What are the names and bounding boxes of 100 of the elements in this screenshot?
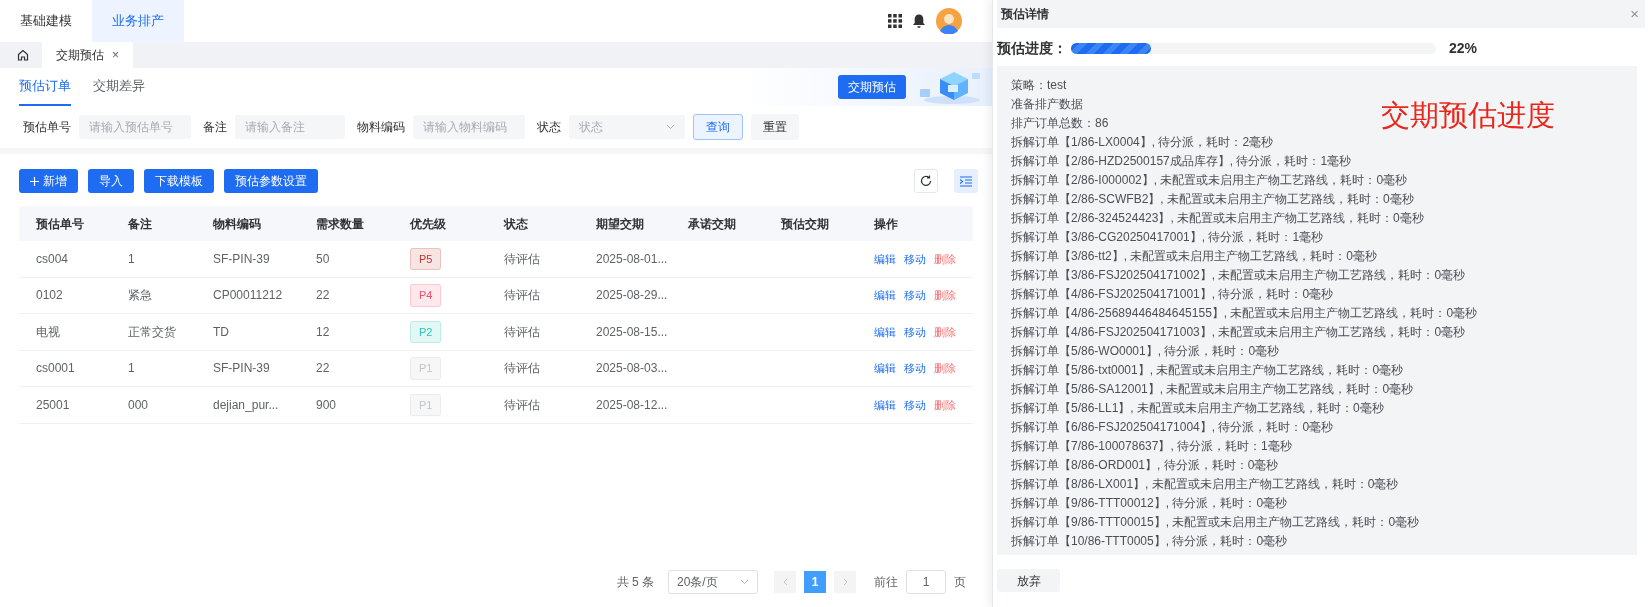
table-cell-text: 正常交货	[128, 323, 177, 341]
table-cell-text: 25001	[36, 396, 71, 414]
column-header: 操作	[874, 215, 899, 233]
log-line: 拆解订单【3/86-CG20250417001】, 待分派，耗时：1毫秒	[1011, 229, 1324, 246]
drawer-title: 预估详情	[1001, 6, 1049, 23]
log-line: 拆解订单【2/86-HZD2500157成品库存】, 待分派，耗时：1毫秒	[1011, 153, 1352, 170]
toolbar-button[interactable]: 新增	[19, 169, 78, 193]
table-cell-text: 900	[316, 396, 338, 414]
action-link[interactable]: 移动	[904, 250, 926, 267]
page-size-select[interactable]: 20条/页	[668, 570, 758, 594]
action-link[interactable]: 删除	[934, 287, 956, 304]
log-line: 拆解订单【7/86-100078637】, 待分派，耗时：1毫秒	[1011, 438, 1292, 455]
input-field[interactable]: 请输入预估单号	[79, 115, 191, 139]
action-link[interactable]: 删除	[934, 250, 956, 267]
input-field[interactable]: 请输入备注	[235, 115, 345, 139]
page-button[interactable]: 1	[804, 571, 826, 593]
table-cell-text: 1	[128, 360, 136, 378]
table-cell-text: 2025-08-12...	[596, 396, 669, 414]
action-link[interactable]: 删除	[934, 396, 956, 413]
action-link[interactable]: 移动	[904, 396, 926, 413]
page-input[interactable]: 1	[906, 570, 946, 594]
priority-tag: P4	[410, 284, 442, 307]
indent-icon	[960, 175, 972, 187]
log-line: 拆解订单【9/86-TTT00012】, 待分派，耗时：0毫秒	[1011, 495, 1288, 512]
action-link[interactable]: 移动	[904, 287, 926, 304]
log-line: 拆解订单【4/86-FSJ202504171003】, 未配置或未启用主产物工艺路线，耗时：0毫秒	[1011, 324, 1466, 341]
table-cell-text: dejian_pur...	[213, 396, 280, 414]
refresh-icon	[920, 175, 932, 187]
filter-button[interactable]: 重置	[751, 114, 799, 140]
progress-percent: 22%	[1449, 38, 1478, 58]
action-link[interactable]: 删除	[934, 323, 956, 340]
tab-label: 交期预估	[56, 47, 104, 64]
total-count: 共 5 条	[616, 574, 654, 591]
estimate-button[interactable]: 交期预估	[838, 75, 906, 99]
column-header: 备注	[128, 215, 153, 233]
log-line: 拆解订单【8/86-LX001】, 未配置或未启用主产物工艺路线，耗时：0毫秒	[1011, 476, 1399, 493]
action-link[interactable]: 编辑	[874, 360, 896, 377]
log-line: 拆解订单【5/86-SA12001】, 未配置或未启用主产物工艺路线，耗时：0毫秒	[1011, 381, 1414, 398]
filter-label: 物料编码	[357, 119, 405, 136]
action-link[interactable]: 删除	[934, 360, 956, 377]
apps-grid-icon[interactable]	[888, 14, 902, 28]
page-tab[interactable]: 交期预估 ×	[42, 42, 133, 68]
log-line: 策略：test	[1011, 77, 1067, 94]
annotation-text: 交期预估进度	[1381, 98, 1555, 133]
table-cell-text: SF-PIN-39	[213, 360, 271, 378]
close-icon[interactable]: ×	[1630, 2, 1639, 26]
table-cell-text: 12	[316, 323, 331, 341]
cancel-button[interactable]: 放弃	[997, 569, 1060, 592]
nav-tab[interactable]: 基础建模	[0, 0, 92, 42]
log-line: 准备排产数据	[1011, 96, 1083, 113]
toolbar-button[interactable]: 下载模板	[144, 169, 214, 193]
refresh-button[interactable]	[914, 169, 938, 193]
column-header: 状态	[504, 215, 529, 233]
log-line: 拆解订单【10/86-TTT0005】, 待分派，耗时：0毫秒	[1011, 533, 1288, 550]
action-link[interactable]: 编辑	[874, 287, 896, 304]
log-line: 排产订单总数：86	[1011, 115, 1109, 132]
table-cell-text: SF-PIN-39	[213, 250, 271, 268]
action-link[interactable]: 编辑	[874, 323, 896, 340]
action-link[interactable]: 移动	[904, 323, 926, 340]
chevron-left-icon	[782, 578, 788, 586]
table-cell-text: 待评估	[504, 287, 541, 305]
log-line: 拆解订单【5/86-txt0001】, 未配置或未启用主产物工艺路线，耗时：0毫秒	[1011, 362, 1404, 379]
nav-tab[interactable]: 业务排产	[92, 0, 184, 42]
table-cell-text: cs0001	[36, 360, 76, 378]
log-line: 拆解订单【2/86-324524423】, 未配置或未启用主产物工艺路线，耗时：0毫秒	[1011, 210, 1424, 227]
action-link[interactable]: 编辑	[874, 396, 896, 413]
action-link[interactable]: 移动	[904, 360, 926, 377]
home-icon	[17, 49, 29, 61]
input-field[interactable]: 请输入物料编码	[413, 115, 525, 139]
sub-tab[interactable]: 预估订单	[19, 68, 71, 106]
priority-tag: P5	[410, 247, 442, 270]
bell-icon[interactable]	[912, 13, 926, 29]
table-cell-text: 2025-08-29...	[596, 287, 669, 305]
table-cell-text: 待评估	[504, 360, 541, 378]
log-line: 拆解订单【3/86-tt2】, 未配置或未启用主产物工艺路线，耗时：0毫秒	[1011, 248, 1378, 265]
sub-tab[interactable]: 交期差异	[93, 68, 145, 106]
log-line: 拆解订单【3/86-FSJ202504171002】, 未配置或未启用主产物工艺路线，耗时：0毫秒	[1011, 267, 1466, 284]
column-header: 期望交期	[596, 215, 645, 233]
table-cell-text: 紧急	[128, 287, 153, 305]
column-header: 物料编码	[213, 215, 262, 233]
column-header: 承诺交期	[688, 215, 737, 233]
log-line: 拆解订单【1/86-LX0004】, 待分派，耗时：2毫秒	[1011, 134, 1274, 151]
toolbar-button[interactable]: 导入	[88, 169, 134, 193]
table-cell-text: 2025-08-01...	[596, 250, 669, 268]
chevron-down-icon	[666, 124, 675, 130]
toolbar-button[interactable]: 预估参数设置	[224, 169, 318, 193]
priority-tag: P2	[410, 320, 442, 343]
log-line: 拆解订单【6/86-FSJ202504171004】, 待分派，耗时：0毫秒	[1011, 419, 1334, 436]
filter-button[interactable]: 查询	[693, 114, 743, 140]
action-link[interactable]: 编辑	[874, 250, 896, 267]
log-line: 拆解订单【5/86-LL1】, 未配置或未启用主产物工艺路线，耗时：0毫秒	[1011, 400, 1384, 417]
table-cell-text: CP00011212	[213, 287, 284, 305]
goto-label: 前往	[874, 574, 898, 591]
log-line: 拆解订单【8/86-ORD001】, 待分派，耗时：0毫秒	[1011, 457, 1279, 474]
avatar-icon[interactable]	[936, 8, 962, 34]
log-line: 拆解订单【5/86-WO0001】, 待分派，耗时：0毫秒	[1011, 343, 1280, 360]
table-cell-text: 1	[128, 250, 136, 268]
close-icon[interactable]: ×	[112, 46, 119, 64]
filter-label: 备注	[203, 119, 227, 136]
plus-icon	[30, 176, 39, 186]
